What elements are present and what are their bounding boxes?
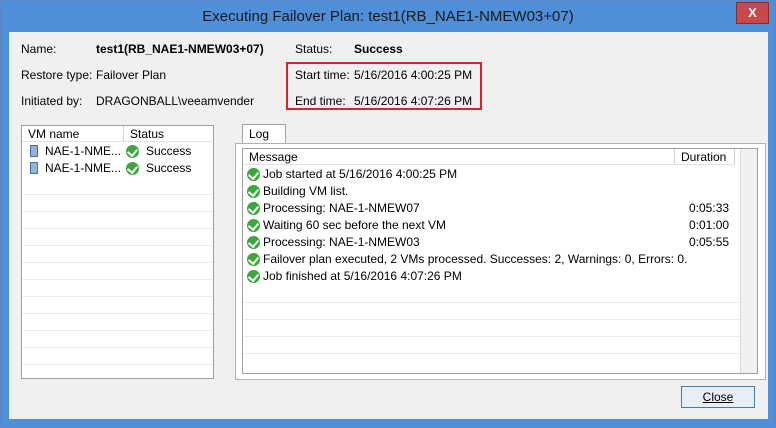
log-row[interactable]: Processing: NAE-1-NMEW07 0:05:33	[243, 200, 740, 217]
vm-row[interactable]: NAE-1-NME... Success	[22, 143, 213, 160]
log-duration: 0:01:00	[689, 218, 730, 232]
row-divider	[22, 330, 213, 331]
log-tab-panel: Message Duration Job started at 5/16/201…	[235, 143, 766, 380]
status-label: Status:	[295, 42, 333, 56]
vm-name: NAE-1-NME...	[45, 144, 122, 158]
vm-status: Success	[146, 144, 192, 158]
initiated-by-value: DRAGONBALL\veeamvender	[96, 94, 255, 108]
log-row[interactable]: Job started at 5/16/2016 4:00:25 PM	[243, 166, 740, 183]
log-row[interactable]: Processing: NAE-1-NMEW03 0:05:55	[243, 234, 740, 251]
success-check-icon	[247, 219, 260, 232]
close-icon: X	[748, 5, 757, 20]
success-check-icon	[247, 185, 260, 198]
success-check-icon	[247, 168, 260, 181]
message-column-header[interactable]: Message	[243, 149, 675, 165]
dialog-body: Name: test1(RB_NAE1-NMEW03+07) Status: S…	[9, 32, 768, 419]
server-icon	[30, 145, 38, 157]
vm-name-column-header[interactable]: VM name	[22, 126, 124, 142]
row-divider	[22, 228, 213, 229]
vm-status-column-header[interactable]: Status	[124, 126, 213, 142]
log-row[interactable]: Job finished at 5/16/2016 4:07:26 PM	[243, 268, 740, 285]
vm-row[interactable]: NAE-1-NME... Success	[22, 160, 213, 177]
row-divider	[243, 302, 740, 303]
log-message: Waiting 60 sec before the next VM	[263, 218, 446, 232]
row-divider	[22, 262, 213, 263]
row-divider	[22, 347, 213, 348]
log-duration: 0:05:33	[689, 201, 730, 215]
log-message: Building VM list.	[263, 184, 349, 198]
log-message: Failover plan executed, 2 VMs processed.…	[263, 252, 688, 266]
row-divider	[22, 211, 213, 212]
row-divider	[22, 296, 213, 297]
status-value: Success	[354, 42, 403, 56]
success-check-icon	[247, 236, 260, 249]
vm-name: NAE-1-NME...	[45, 161, 122, 175]
log-message: Job finished at 5/16/2016 4:07:26 PM	[263, 269, 462, 283]
log-message: Processing: NAE-1-NMEW07	[263, 201, 420, 215]
success-check-icon	[247, 253, 260, 266]
highlight-box	[286, 62, 482, 110]
log-duration: 0:05:55	[689, 235, 730, 249]
row-divider	[243, 319, 740, 320]
success-check-icon	[247, 202, 260, 215]
row-divider	[243, 353, 740, 354]
row-divider	[22, 313, 213, 314]
log-row[interactable]: Waiting 60 sec before the next VM 0:01:0…	[243, 217, 740, 234]
close-button-label: Close	[702, 390, 734, 404]
row-divider	[22, 194, 213, 195]
row-divider	[22, 279, 213, 280]
log-message: Processing: NAE-1-NMEW03	[263, 235, 420, 249]
name-label: Name:	[21, 42, 57, 56]
restore-type-label: Restore type:	[21, 68, 93, 82]
success-check-icon	[126, 162, 139, 175]
log-message: Job started at 5/16/2016 4:00:25 PM	[263, 167, 458, 181]
server-icon	[30, 162, 38, 174]
dialog-window: Executing Failover Plan: test1(RB_NAE1-N…	[0, 0, 776, 428]
vm-list[interactable]: VM name Status NAE-1-NME... Success NAE-…	[21, 125, 214, 379]
row-divider	[243, 336, 740, 337]
log-row[interactable]: Failover plan executed, 2 VMs processed.…	[243, 251, 740, 268]
success-check-icon	[247, 270, 260, 283]
log-scrollbar[interactable]	[740, 149, 757, 373]
window-title: Executing Failover Plan: test1(RB_NAE1-N…	[202, 8, 574, 25]
tab-log[interactable]: Log	[242, 124, 286, 144]
window-close-button[interactable]: X	[736, 2, 769, 24]
initiated-by-label: Initiated by:	[21, 94, 83, 108]
close-button[interactable]: Close	[681, 386, 755, 408]
row-divider	[22, 364, 213, 365]
log-row[interactable]: Building VM list.	[243, 183, 740, 200]
vm-status: Success	[146, 161, 192, 175]
duration-column-header[interactable]: Duration	[675, 149, 735, 165]
log-list[interactable]: Message Duration Job started at 5/16/201…	[242, 148, 758, 374]
row-divider	[22, 245, 213, 246]
success-check-icon	[126, 145, 139, 158]
name-value: test1(RB_NAE1-NMEW03+07)	[96, 42, 264, 56]
title-bar[interactable]: Executing Failover Plan: test1(RB_NAE1-N…	[1, 1, 775, 32]
restore-type-value: Failover Plan	[96, 68, 167, 82]
